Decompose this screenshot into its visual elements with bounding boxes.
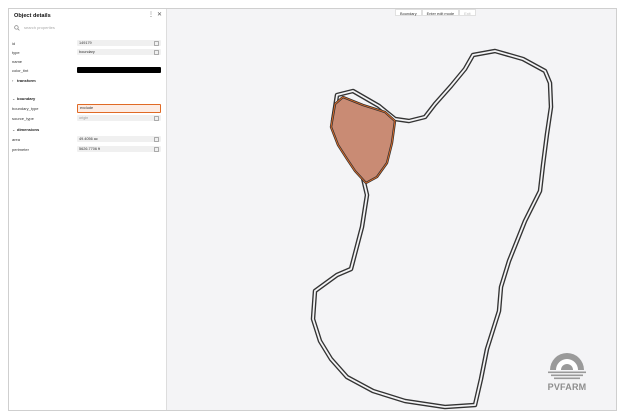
property-label: color_tint xyxy=(12,68,29,73)
panel-title: Object details xyxy=(14,13,51,19)
property-label: type xyxy=(12,50,20,55)
source-type-value: origin xyxy=(79,116,89,120)
boundary-type-select[interactable]: exclude xyxy=(77,104,161,113)
boundary-button[interactable]: Boundary xyxy=(395,9,422,16)
object-details-panel: Object details ⋮ ✕ id 149179 xyxy=(9,9,167,410)
sun-logo-icon xyxy=(548,353,586,380)
section-boundary[interactable]: ⌄ boundary xyxy=(9,95,167,103)
section-label: dimensions xyxy=(17,127,40,132)
source-type-field[interactable]: origin xyxy=(77,115,161,121)
property-label: source_type xyxy=(12,116,34,121)
property-row-name: name xyxy=(9,58,167,66)
exit-button[interactable]: Exit xyxy=(459,9,476,16)
logo-text: PVFARM xyxy=(547,382,587,392)
chevron-right-icon: › xyxy=(12,78,14,83)
close-icon[interactable]: ✕ xyxy=(157,12,162,18)
search-icon xyxy=(14,24,20,31)
more-vertical-icon[interactable]: ⋮ xyxy=(148,12,154,18)
property-label: boundary_type xyxy=(12,106,39,111)
copy-icon[interactable] xyxy=(154,50,159,55)
app-window: Object details ⋮ ✕ id 149179 xyxy=(8,8,617,411)
property-row-boundary-type: boundary_type exclude xyxy=(9,104,167,113)
color-tint-swatch[interactable] xyxy=(77,67,161,73)
property-row-source-type: source_type origin xyxy=(9,115,167,123)
property-row-perimeter: perimeter 5626.7706 ft xyxy=(9,146,167,154)
chevron-down-icon: ⌄ xyxy=(12,127,16,132)
property-label: id xyxy=(12,41,16,46)
section-label: transform xyxy=(17,78,36,83)
pvfarm-logo: PVFARM xyxy=(542,344,592,396)
copy-icon[interactable] xyxy=(154,41,159,46)
enter-edit-mode-button[interactable]: Enter edit mode xyxy=(421,9,460,16)
property-row-id: id 149179 xyxy=(9,40,167,48)
property-row-area: area 49.4056 ac xyxy=(9,136,167,144)
id-value: 149179 xyxy=(79,41,92,45)
property-label: perimeter xyxy=(12,147,29,152)
map-toolbar: Boundary Enter edit mode Exit xyxy=(395,9,476,17)
boundary-type-value: exclude xyxy=(80,106,94,110)
type-value: boundary xyxy=(79,50,95,54)
id-field[interactable]: 149179 xyxy=(77,40,161,46)
copy-icon[interactable] xyxy=(154,116,159,121)
chevron-down-icon: ⌄ xyxy=(12,96,16,101)
search-row xyxy=(12,23,163,32)
name-field[interactable] xyxy=(77,58,161,64)
section-transform[interactable]: › transform xyxy=(9,77,167,85)
section-label: boundary xyxy=(17,96,36,101)
property-label: area xyxy=(12,137,21,142)
area-field[interactable]: 49.4056 ac xyxy=(77,136,161,142)
copy-icon[interactable] xyxy=(154,147,159,152)
property-row-color-tint: color_tint xyxy=(9,67,167,75)
perimeter-field[interactable]: 5626.7706 ft xyxy=(77,146,161,152)
property-label: name xyxy=(12,59,23,64)
area-value: 49.4056 ac xyxy=(79,137,98,141)
search-input[interactable] xyxy=(24,24,144,31)
section-dimensions[interactable]: ⌄ dimensions xyxy=(9,126,167,134)
type-field[interactable]: boundary xyxy=(77,49,161,55)
perimeter-value: 5626.7706 ft xyxy=(79,147,101,151)
copy-icon[interactable] xyxy=(154,137,159,142)
property-row-type: type boundary xyxy=(9,49,167,57)
